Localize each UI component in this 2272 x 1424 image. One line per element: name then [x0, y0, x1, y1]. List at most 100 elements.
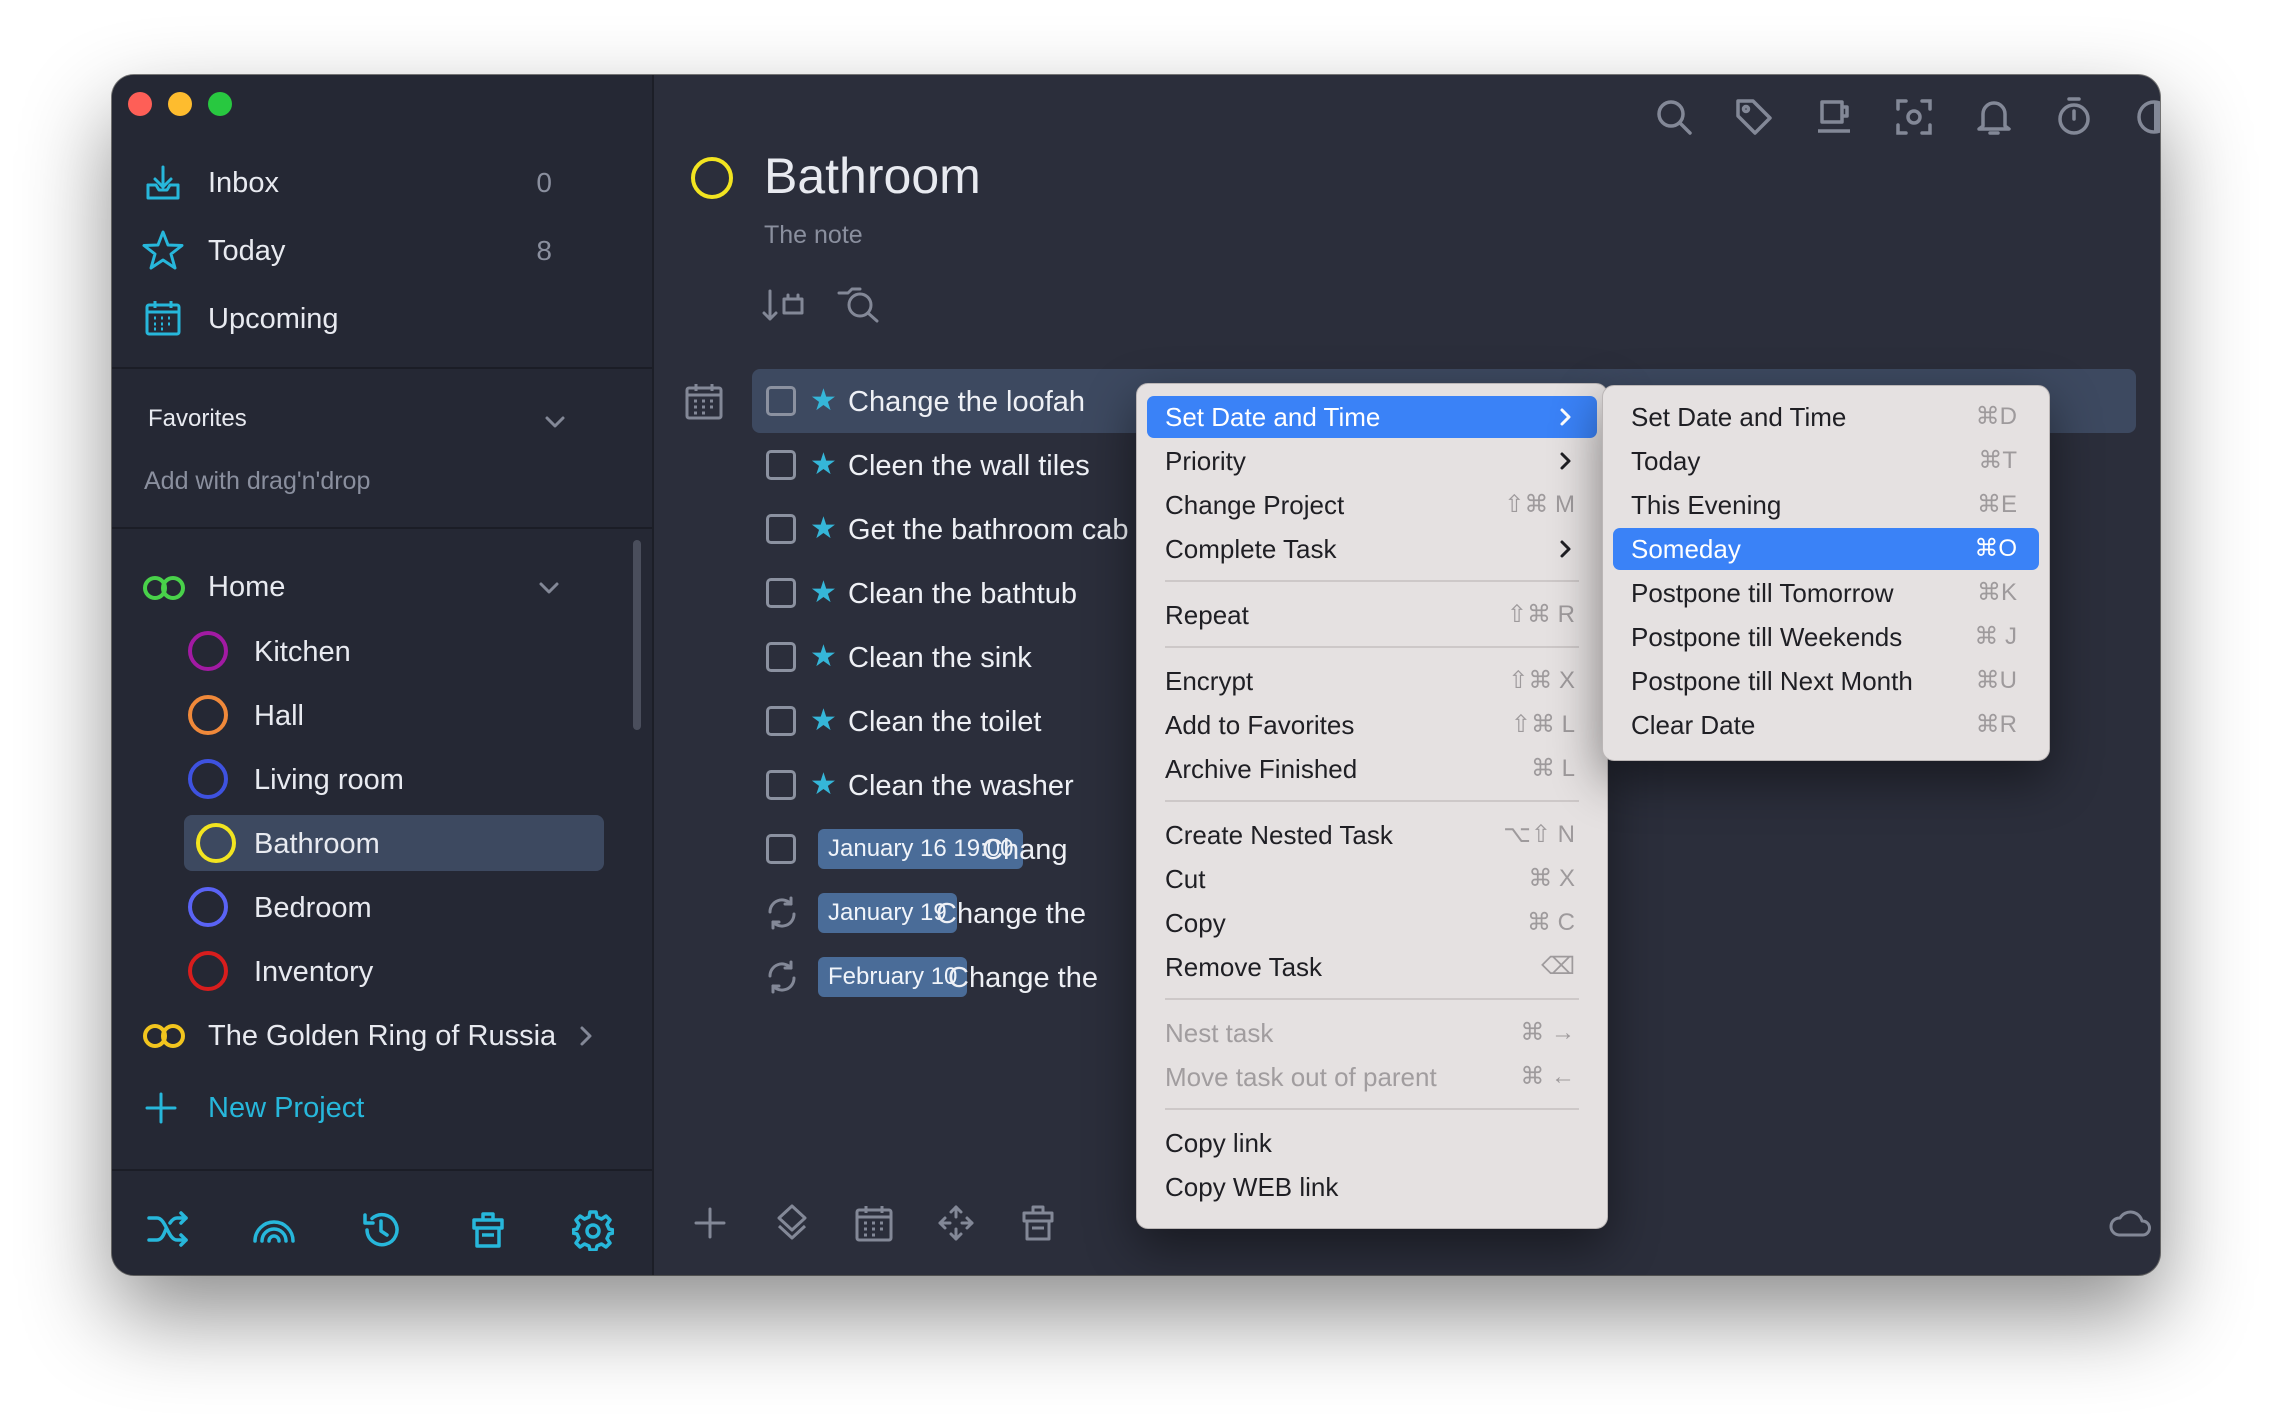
chevron-down-icon[interactable] — [536, 575, 562, 601]
submenu-item-today[interactable]: Today ⌘T — [1613, 440, 2039, 482]
project-hall[interactable]: Hall — [188, 691, 578, 741]
task-title: Change the — [948, 962, 1098, 994]
menu-item-label: Create Nested Task — [1165, 820, 1393, 850]
calendar-icon[interactable] — [684, 381, 724, 421]
task-title: Change the — [936, 898, 1086, 930]
sidebar-item-today[interactable]: Today 8 — [142, 227, 552, 277]
history-icon[interactable] — [360, 1209, 402, 1251]
menu-item-label: Today — [1631, 446, 1701, 476]
bell-icon[interactable] — [1974, 97, 2014, 137]
search-filter-icon[interactable] — [836, 285, 882, 325]
menu-item-label: Clear Date — [1631, 710, 1756, 740]
menu-item-copy-web-link[interactable]: Copy WEB link — [1147, 1166, 1597, 1208]
menu-item-remove-task[interactable]: Remove Task ⌫ — [1147, 946, 1597, 988]
menu-item-label: Encrypt — [1165, 666, 1254, 696]
favorites-header[interactable]: Favorites — [148, 403, 568, 443]
submenu-item-set-date[interactable]: Set Date and Time ⌘D — [1613, 396, 2039, 438]
repeat-icon[interactable] — [764, 959, 800, 995]
project-label: Home — [208, 571, 286, 603]
submenu-item-someday[interactable]: Someday ⌘O — [1613, 528, 2039, 570]
task-checkbox[interactable] — [766, 770, 796, 800]
page-title[interactable]: Bathroom — [764, 147, 981, 205]
repeat-icon[interactable] — [764, 895, 800, 931]
menu-item-label: Copy WEB link — [1165, 1172, 1339, 1202]
menu-item-copy[interactable]: Copy ⌘ C — [1147, 902, 1597, 944]
project-golden-ring[interactable]: The Golden Ring of Russia — [142, 1011, 602, 1061]
menu-item-add-favorites[interactable]: Add to Favorites ⇧⌘ L — [1147, 704, 1597, 746]
menu-item-copy-link[interactable]: Copy link — [1147, 1122, 1597, 1164]
zoom-window-button[interactable] — [208, 92, 232, 116]
menu-item-set-date[interactable]: Set Date and Time — [1147, 396, 1597, 438]
menu-item-archive-finished[interactable]: Archive Finished ⌘ L — [1147, 748, 1597, 790]
focus-icon[interactable] — [1894, 97, 1934, 137]
trash-icon[interactable] — [1018, 1203, 1058, 1243]
timer-icon[interactable] — [2054, 95, 2094, 137]
project-bedroom[interactable]: Bedroom — [188, 883, 578, 933]
task-checkbox[interactable] — [766, 834, 796, 864]
sidebar-scrollbar[interactable] — [633, 540, 641, 730]
sidebar-item-label: Upcoming — [208, 303, 339, 335]
star-icon: ★ — [810, 704, 837, 737]
theme-contrast-icon[interactable] — [2134, 97, 2160, 137]
tag-icon[interactable] — [1734, 97, 1774, 137]
project-home[interactable]: Home — [142, 563, 562, 613]
submenu-item-postpone-next-month[interactable]: Postpone till Next Month ⌘U — [1613, 660, 2039, 702]
menu-item-repeat[interactable]: Repeat ⇧⌘ R — [1147, 594, 1597, 636]
menu-separator — [1165, 646, 1579, 648]
submenu-item-postpone-tomorrow[interactable]: Postpone till Tomorrow ⌘K — [1613, 572, 2039, 614]
minimize-window-button[interactable] — [168, 92, 192, 116]
project-note[interactable]: The note — [764, 221, 863, 250]
plus-icon[interactable] — [692, 1205, 728, 1241]
gear-icon[interactable] — [572, 1209, 614, 1251]
menu-item-shortcut: ⌘K — [1976, 579, 2017, 606]
project-label: Living room — [254, 764, 404, 796]
project-label: Kitchen — [254, 636, 351, 668]
submenu-item-this-evening[interactable]: This Evening ⌘E — [1613, 484, 2039, 526]
menu-item-nest-task: Nest task ⌘ → — [1147, 1012, 1597, 1054]
sidebar-item-inbox[interactable]: Inbox 0 — [142, 159, 552, 209]
project-living-room[interactable]: Living room — [188, 755, 578, 805]
new-project-button[interactable]: New Project — [142, 1083, 442, 1133]
submenu-item-postpone-weekends[interactable]: Postpone till Weekends ⌘ J — [1613, 616, 2039, 658]
date-badge[interactable]: February 10 — [818, 957, 968, 997]
cloud-sync-icon[interactable] — [2108, 1205, 2152, 1239]
task-checkbox[interactable] — [766, 386, 796, 416]
move-icon[interactable] — [936, 1203, 976, 1243]
sidebar: Inbox 0 Today 8 Upcoming Favorites Add w… — [112, 75, 654, 1275]
project-circle-icon — [196, 823, 236, 863]
menu-item-create-nested[interactable]: Create Nested Task ⌥⇧ N — [1147, 814, 1597, 856]
project-circle-icon — [188, 695, 228, 735]
task-checkbox[interactable] — [766, 642, 796, 672]
priority-icon[interactable] — [774, 1203, 810, 1243]
submenu-item-clear-date[interactable]: Clear Date ⌘R — [1613, 704, 2039, 746]
menu-item-label: Cut — [1165, 864, 1206, 894]
menu-item-encrypt[interactable]: Encrypt ⇧⌘ X — [1147, 660, 1597, 702]
menu-item-shortcut: ⌘ → — [1520, 1019, 1575, 1046]
task-checkbox[interactable] — [766, 706, 796, 736]
menu-item-cut[interactable]: Cut ⌘ X — [1147, 858, 1597, 900]
menu-item-complete-task[interactable]: Complete Task — [1147, 528, 1597, 570]
project-circle-icon[interactable] — [691, 157, 733, 199]
project-inventory[interactable]: Inventory — [188, 947, 578, 997]
rainbow-icon[interactable] — [252, 1213, 296, 1247]
shuffle-icon[interactable] — [146, 1209, 190, 1249]
menu-item-change-project[interactable]: Change Project ⇧⌘ M — [1147, 484, 1597, 526]
chevron-down-icon[interactable] — [542, 409, 568, 435]
trash-icon[interactable] — [468, 1209, 508, 1251]
chevron-right-icon[interactable] — [574, 1023, 598, 1049]
sidebar-item-upcoming[interactable]: Upcoming — [142, 295, 552, 345]
sort-icon[interactable] — [762, 285, 806, 325]
project-label: The Golden Ring of Russia — [208, 1020, 557, 1052]
task-checkbox[interactable] — [766, 450, 796, 480]
menu-separator — [1165, 800, 1579, 802]
close-window-button[interactable] — [128, 92, 152, 116]
task-checkbox[interactable] — [766, 514, 796, 544]
menu-item-label: Copy link — [1165, 1128, 1272, 1158]
project-kitchen[interactable]: Kitchen — [188, 627, 578, 677]
coffee-icon[interactable] — [1814, 97, 1854, 137]
calendar-icon[interactable] — [854, 1203, 894, 1243]
project-bathroom[interactable]: Bathroom — [184, 815, 604, 871]
menu-item-priority[interactable]: Priority — [1147, 440, 1597, 482]
search-icon[interactable] — [1654, 97, 1694, 137]
task-checkbox[interactable] — [766, 578, 796, 608]
